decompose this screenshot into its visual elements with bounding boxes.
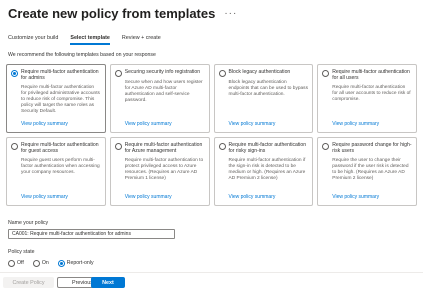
wizard-tabs: Customize your build Select template Rev… [8, 35, 173, 45]
view-policy-summary-link[interactable]: View policy summary [229, 121, 276, 127]
create-policy-button[interactable]: Create Policy [3, 277, 54, 288]
template-title: Require multi-factor authentication for … [21, 142, 99, 155]
radio-icon[interactable] [322, 142, 330, 150]
policy-state-label: Policy state [8, 249, 35, 255]
policy-state-group: Off On Report-only [8, 259, 100, 267]
template-grid: Require multi-factor authentication for … [6, 64, 417, 206]
radio-icon[interactable] [218, 69, 226, 77]
policy-name-input[interactable] [8, 229, 175, 239]
policy-state-report-only-label: Report-only [66, 259, 94, 266]
template-title: Require password change for high-risk us… [332, 142, 412, 155]
template-description: Require the user to change their passwor… [332, 157, 409, 181]
tab-review-create[interactable]: Review + create [122, 35, 161, 44]
policy-state-on[interactable]: On [32, 259, 49, 267]
page-title: Create new policy from templates [8, 5, 216, 21]
view-policy-summary-link[interactable]: View policy summary [125, 194, 172, 200]
template-card-mfa-all-users[interactable]: Require multi-factor authentication for … [317, 64, 417, 133]
radio-icon[interactable] [11, 142, 18, 150]
template-title: Require multi-factor authentication for … [21, 69, 99, 82]
view-policy-summary-link[interactable]: View policy summary [125, 121, 172, 127]
intro-text: We recommend the following templates bas… [8, 52, 156, 58]
radio-icon[interactable] [8, 259, 15, 267]
radio-icon[interactable] [57, 259, 65, 267]
template-description: Block legacy authentication endpoints th… [228, 79, 308, 97]
policy-state-off-label: Off [17, 259, 24, 266]
template-description: Secure when and how users register for A… [124, 79, 203, 103]
view-policy-summary-link[interactable]: View policy summary [332, 194, 379, 200]
view-policy-summary-link[interactable]: View policy summary [21, 121, 68, 127]
template-card-block-legacy[interactable]: Block legacy authentication Block legacy… [213, 64, 314, 133]
template-description: Require guest users perform multi-factor… [21, 157, 100, 175]
policy-name-label: Name your policy [8, 220, 49, 226]
radio-icon[interactable] [11, 69, 18, 77]
policy-state-on-label: On [41, 259, 49, 266]
next-button[interactable]: Next [91, 277, 125, 288]
policy-state-report-only[interactable]: Report-only [57, 259, 94, 267]
more-options-icon[interactable]: ··· [224, 8, 237, 19]
template-title: Require multi-factor authentication for … [332, 69, 410, 82]
tab-customize-build[interactable]: Customize your build [8, 35, 58, 44]
template-description: Require multi-factor authentication to p… [124, 157, 204, 181]
view-policy-summary-link[interactable]: View policy summary [229, 194, 276, 200]
template-card-mfa-guest[interactable]: Require multi-factor authentication for … [6, 137, 106, 206]
view-policy-summary-link[interactable]: View policy summary [332, 121, 379, 127]
template-card-security-info[interactable]: Securing security info registration Secu… [109, 64, 210, 133]
template-card-mfa-risky-signins[interactable]: Require multi-factor authentication for … [213, 137, 314, 206]
tab-select-template[interactable]: Select template [70, 35, 110, 45]
policy-state-off[interactable]: Off [8, 259, 24, 267]
footer-divider [0, 272, 423, 273]
template-title: Securing security info registration [124, 69, 201, 75]
template-description: Require multi-factor authentication for … [21, 84, 100, 114]
page-header: Create new policy from templates ··· [8, 3, 237, 23]
template-title: Require multi-factor authentication for … [228, 142, 307, 155]
template-card-password-change[interactable]: Require password change for high-risk us… [317, 137, 417, 206]
template-title: Require multi-factor authentication for … [124, 142, 203, 155]
radio-icon[interactable] [32, 259, 40, 267]
template-card-mfa-admins[interactable]: Require multi-factor authentication for … [6, 64, 106, 133]
radio-icon[interactable] [322, 69, 330, 77]
radio-icon[interactable] [218, 142, 226, 150]
radio-icon[interactable] [114, 142, 122, 150]
template-description: Require multi-factor authentication if t… [228, 157, 306, 181]
template-description: Require multi-factor authentication for … [332, 84, 411, 102]
view-policy-summary-link[interactable]: View policy summary [21, 194, 68, 200]
radio-icon[interactable] [114, 69, 122, 77]
template-title: Block legacy authentication [228, 69, 291, 75]
template-card-mfa-azure-mgmt[interactable]: Require multi-factor authentication for … [109, 137, 210, 206]
